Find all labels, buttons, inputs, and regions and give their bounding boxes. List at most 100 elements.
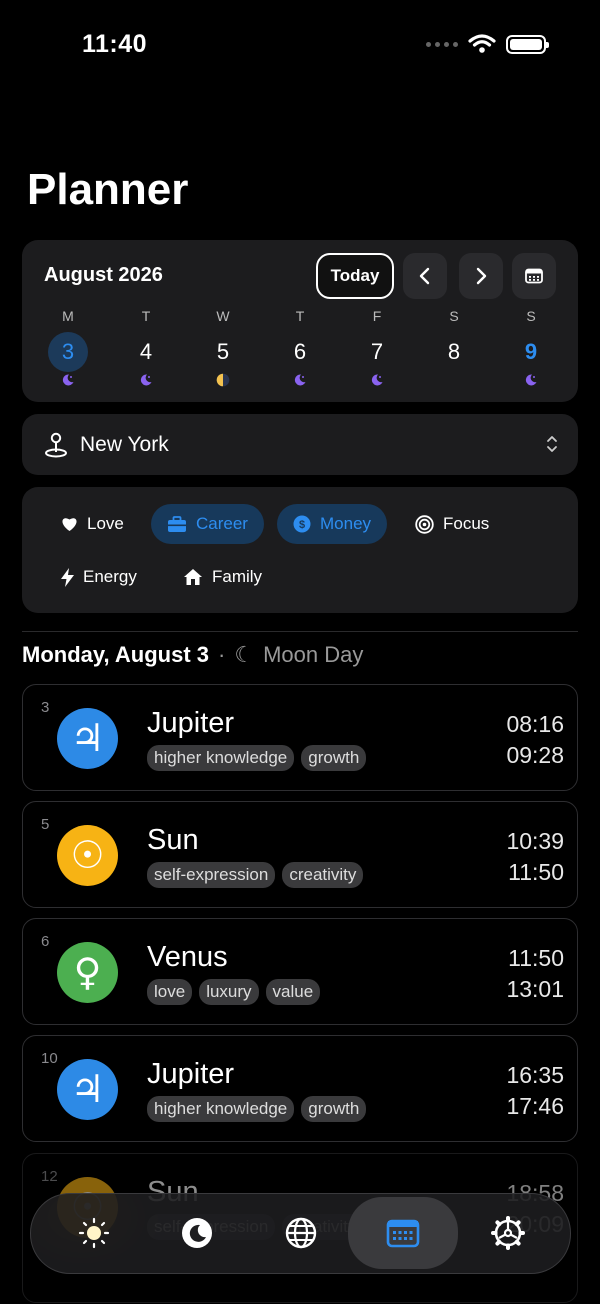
filter-chip-money[interactable]: $ Money [277, 504, 388, 544]
filter-chip-label: Career [196, 514, 248, 533]
weekday-letter: W [216, 308, 230, 324]
heart-icon [62, 518, 77, 531]
settings-tab[interactable] [453, 1194, 563, 1272]
week-day[interactable]: F7 [347, 308, 407, 392]
weekday-letter: T [141, 308, 151, 324]
sun-icon [78, 1217, 110, 1249]
topic-tag: luxury [199, 979, 259, 1005]
planet-symbol-icon: ♃ [57, 708, 118, 769]
house-icon [184, 569, 202, 585]
filter-chip-label: Love [87, 514, 124, 533]
start-time: 10:39 [506, 828, 564, 854]
hour-times: 08:16 09:28 [506, 709, 564, 771]
planetary-hour-row[interactable]: 10 ♃ Jupiter higher knowledge growth 16:35 17:… [22, 1035, 578, 1142]
page-title: Planner [27, 165, 189, 214]
day-number: 4 [139, 339, 153, 364]
filter-chip-label: Money [320, 514, 372, 533]
planet-symbol-icon: ☉ [57, 825, 118, 886]
today-button[interactable]: Today [316, 253, 394, 299]
sun-tab[interactable] [39, 1194, 149, 1272]
chevron-right-icon [476, 267, 487, 285]
selected-date: Monday, August 3 [22, 642, 209, 667]
moon-phase-empty [447, 373, 461, 387]
hour-number: 5 [41, 816, 50, 833]
location-pin-icon [45, 432, 67, 458]
day-number: 8 [447, 339, 461, 364]
moon-phase-icon [62, 374, 74, 386]
weekday-letter: S [449, 308, 459, 324]
filter-chip-career[interactable]: Career [151, 504, 264, 544]
week-day[interactable]: S8 [424, 308, 484, 392]
category-filters: Love Career $ Money Focus Energy Family [22, 487, 578, 613]
tab-bar [30, 1193, 571, 1274]
globe-icon [285, 1217, 317, 1249]
moon-tab[interactable] [142, 1194, 252, 1272]
week-day[interactable]: W5 [193, 308, 253, 392]
weekday-letter: S [526, 308, 536, 324]
planet-name: Jupiter [147, 1058, 235, 1090]
previous-week-button[interactable] [403, 253, 447, 299]
end-time: 11:50 [508, 859, 564, 885]
topic-tag: growth [301, 745, 367, 771]
week-day[interactable]: T6 [270, 308, 330, 392]
moon-phase-icon [294, 374, 306, 386]
target-icon [415, 514, 434, 534]
start-time: 08:16 [506, 711, 564, 737]
hour-times: 11:50 13:01 [506, 943, 564, 1005]
topic-tag: value [265, 979, 321, 1005]
location-name: New York [80, 433, 169, 456]
filter-chip-focus[interactable]: Focus [399, 504, 505, 544]
filter-chip-label: Focus [443, 514, 490, 533]
section-divider [22, 631, 578, 632]
filter-chip-love[interactable]: Love [45, 504, 140, 544]
topic-tags: love luxury value [147, 979, 321, 1005]
week-day[interactable]: S9 [501, 308, 561, 392]
week-strip: M3T4W5T6F7S8S9 [22, 308, 578, 394]
filter-chip-energy[interactable]: Energy [45, 557, 153, 597]
planetary-hour-row[interactable]: 5 ☉ Sun self-expression creativity 10:39 11:50 [22, 801, 578, 908]
wifi-icon [468, 34, 496, 53]
day-number: 6 [293, 339, 307, 364]
planner-tab[interactable] [348, 1197, 458, 1269]
location-selector[interactable]: New York [22, 414, 578, 475]
week-day[interactable]: M3 [38, 308, 98, 392]
planet-glyph: ♃ [70, 716, 104, 760]
topic-tag: higher knowledge [147, 745, 295, 771]
day-number: 5 [216, 339, 230, 364]
planet-glyph: ♀ [74, 950, 102, 994]
filter-chip-label: Energy [83, 567, 137, 586]
weekday-letter: T [295, 308, 305, 324]
calendar-picker-button[interactable] [512, 253, 556, 299]
hour-number: 12 [41, 1168, 58, 1185]
topic-tag: self-expression [147, 862, 276, 888]
week-day[interactable]: T4 [116, 308, 176, 392]
dollar-coin-icon: $ [293, 515, 311, 533]
planet-glyph: ♃ [70, 1067, 104, 1111]
status-icons [426, 34, 549, 54]
cellular-signal-icon [426, 41, 458, 47]
topic-tag: growth [301, 1096, 367, 1122]
svg-text:$: $ [299, 519, 305, 531]
topic-tag: love [147, 979, 193, 1005]
chevron-left-icon [419, 267, 430, 285]
topic-tags: higher knowledge growth [147, 745, 367, 771]
hour-times: 16:35 17:46 [506, 1060, 564, 1122]
chevron-up-down-icon [547, 436, 557, 452]
filter-chip-label: Family [212, 567, 263, 586]
planet-name: Venus [147, 941, 228, 973]
planet-symbol-icon: ♀ [57, 942, 118, 1003]
bolt-icon [61, 567, 74, 587]
globe-tab[interactable] [246, 1194, 356, 1272]
battery-icon [506, 34, 549, 54]
filter-chip-family[interactable]: Family [167, 557, 278, 597]
moon-day-label: Moon Day [263, 642, 364, 667]
planetary-hour-row[interactable]: 3 ♃ Jupiter higher knowledge growth 08:16 09:2… [22, 684, 578, 791]
calendar-month-label: August 2026 [44, 264, 163, 286]
moon-icon [182, 1218, 212, 1248]
status-time: 11:40 [82, 30, 148, 58]
calendar-icon [525, 268, 543, 284]
planetary-hour-row[interactable]: 6 ♀ Venus love luxury value 11:50 13:01 [22, 918, 578, 1025]
moon-phase-icon [140, 374, 152, 386]
next-week-button[interactable] [459, 253, 503, 299]
hour-times: 10:39 11:50 [506, 826, 564, 888]
